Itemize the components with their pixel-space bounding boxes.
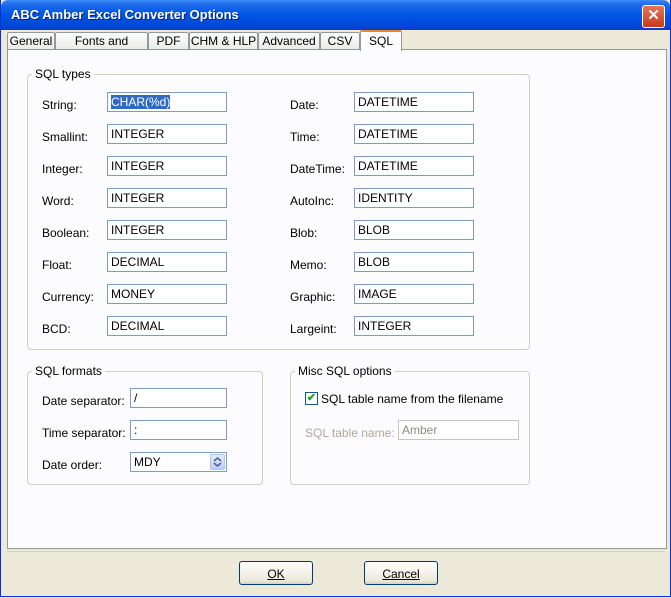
string-type-input[interactable]: CHAR(%d) <box>107 92 227 112</box>
bcd-type-input[interactable]: DECIMAL <box>107 316 227 336</box>
tab-pdf[interactable]: PDF <box>148 32 189 49</box>
sql-formats-title: SQL formats <box>32 364 105 378</box>
date-separator-input[interactable]: / <box>130 388 227 408</box>
tab-advanced[interactable]: Advanced <box>258 32 320 49</box>
float-label: Float: <box>42 258 73 272</box>
options-window: ABC Amber Excel Converter Options ✕ Gene… <box>0 0 671 597</box>
graphic-label: Graphic: <box>290 290 336 304</box>
autoinc-type-input[interactable]: IDENTITY <box>354 188 474 208</box>
currency-type-input[interactable]: MONEY <box>107 284 227 304</box>
table-name-label: SQL table name: <box>305 426 395 440</box>
datetime-type-input[interactable]: DATETIME <box>354 156 474 176</box>
sql-types-title: SQL types <box>32 67 94 81</box>
memo-label: Memo: <box>290 258 327 272</box>
bcd-label: BCD: <box>42 322 71 336</box>
tab-chm-hlp[interactable]: CHM & HLP <box>189 32 258 49</box>
string-label: String: <box>42 98 77 112</box>
largeint-label: Largeint: <box>290 322 337 336</box>
updown-arrow-icon[interactable] <box>210 454 225 470</box>
autoinc-label: AutoInc: <box>290 194 335 208</box>
cancel-button[interactable]: Cancel <box>364 561 438 585</box>
string-type-value: CHAR(%d) <box>111 95 171 109</box>
table-name-input[interactable]: Amber <box>398 420 519 440</box>
date-separator-label: Date separator: <box>42 394 125 408</box>
tab-sql[interactable]: SQL <box>360 30 402 51</box>
sql-types-group: SQL types String: CHAR(%d) Smallint: INT… <box>27 67 530 350</box>
date-order-label: Date order: <box>42 458 103 472</box>
blob-label: Blob: <box>290 226 318 240</box>
misc-sql-options-title: Misc SQL options <box>295 364 395 378</box>
cancel-button-label: Cancel <box>382 567 420 581</box>
memo-type-input[interactable]: BLOB <box>354 252 474 272</box>
chevron-updown-icon <box>213 457 222 467</box>
title-bar[interactable]: ABC Amber Excel Converter Options ✕ <box>1 0 670 30</box>
date-order-value: MDY <box>134 455 161 469</box>
misc-sql-options-group: Misc SQL options ✔ SQL table name from t… <box>290 364 530 485</box>
window-title: ABC Amber Excel Converter Options <box>11 7 239 22</box>
boolean-type-input[interactable]: INTEGER <box>107 220 227 240</box>
dialog-button-bar: OK Cancel <box>7 551 665 596</box>
tab-csv[interactable]: CSV <box>320 32 360 49</box>
currency-label: Currency: <box>42 290 95 304</box>
datetime-label: DateTime: <box>290 162 345 176</box>
integer-type-input[interactable]: INTEGER <box>107 156 227 176</box>
date-order-select[interactable]: MDY <box>130 452 227 472</box>
graphic-type-input[interactable]: IMAGE <box>354 284 474 304</box>
sql-formats-group: SQL formats Date separator: / Time separ… <box>27 364 263 485</box>
time-separator-input[interactable]: : <box>130 420 227 440</box>
word-type-input[interactable]: INTEGER <box>107 188 227 208</box>
blob-type-input[interactable]: BLOB <box>354 220 474 240</box>
integer-label: Integer: <box>42 162 83 176</box>
close-icon[interactable]: ✕ <box>642 5 665 28</box>
time-type-input[interactable]: DATETIME <box>354 124 474 144</box>
largeint-type-input[interactable]: INTEGER <box>354 316 474 336</box>
time-label: Time: <box>290 130 320 144</box>
ok-button-label: OK <box>267 567 285 581</box>
sql-tab-panel: SQL types String: CHAR(%d) Smallint: INT… <box>7 49 667 549</box>
date-type-input[interactable]: DATETIME <box>354 92 474 112</box>
tab-general[interactable]: General <box>7 32 55 49</box>
tab-fonts-and-colors[interactable]: Fonts and Colors <box>55 32 148 64</box>
date-label: Date: <box>290 98 319 112</box>
word-label: Word: <box>42 194 74 208</box>
time-separator-label: Time separator: <box>42 426 126 440</box>
boolean-label: Boolean: <box>42 226 90 240</box>
table-name-from-filename-checkbox[interactable]: ✔ <box>305 392 318 405</box>
float-type-input[interactable]: DECIMAL <box>107 252 227 272</box>
ok-button[interactable]: OK <box>239 561 313 585</box>
smallint-type-input[interactable]: INTEGER <box>107 124 227 144</box>
smallint-label: Smallint: <box>42 130 89 144</box>
table-name-from-filename-label[interactable]: SQL table name from the filename <box>321 392 503 406</box>
